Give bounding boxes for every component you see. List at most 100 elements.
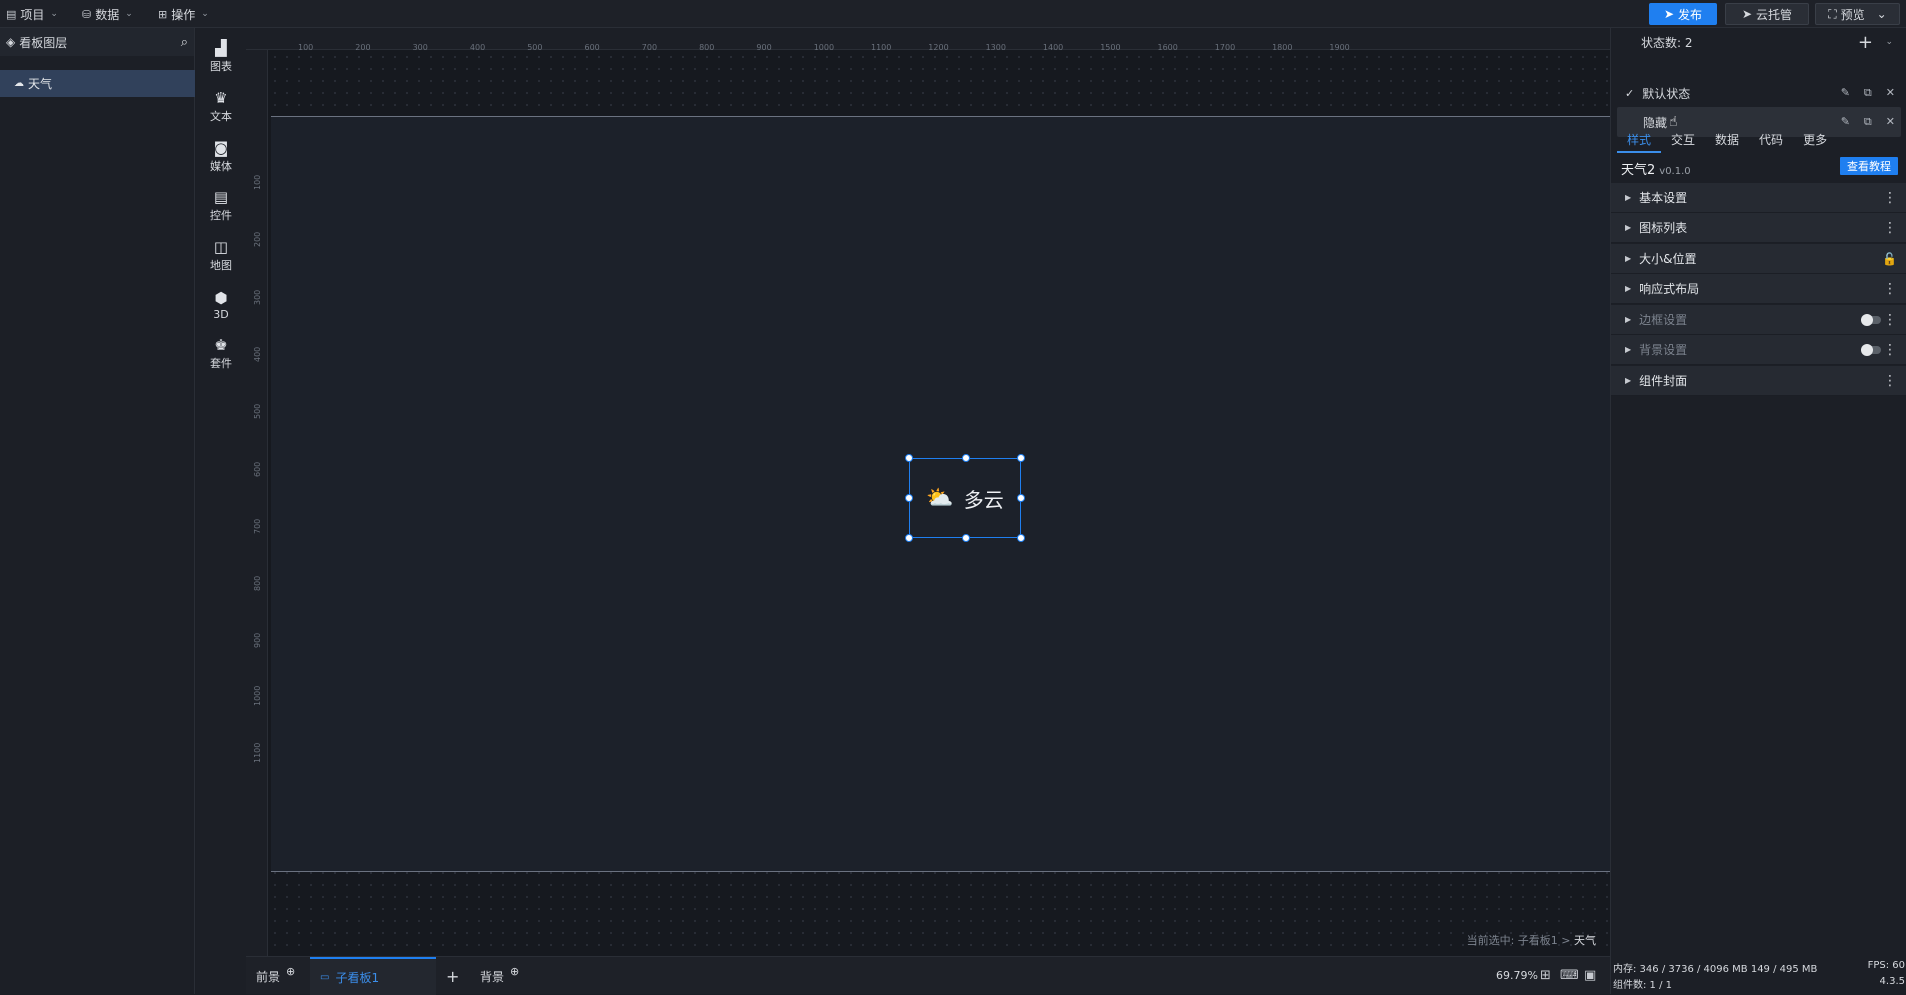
- resize-handle[interactable]: [1017, 494, 1025, 502]
- add-state-button[interactable]: +: [1858, 32, 1873, 53]
- section-basic-settings[interactable]: ▶ 基本设置 ⋮: [1611, 183, 1906, 213]
- component-map[interactable]: ◫ 地图: [196, 233, 246, 279]
- copy-icon[interactable]: ⧉: [1864, 86, 1872, 100]
- state-default[interactable]: ✓ 默认状态 ✎ ⧉ ✕: [1617, 78, 1901, 108]
- zoom-level[interactable]: 69.79%: [1496, 969, 1538, 982]
- plus-icon: +: [446, 966, 460, 986]
- caret-right-icon: ▶: [1625, 193, 1632, 202]
- caret-right-icon: ▶: [1625, 223, 1632, 232]
- fit-screen-icon[interactable]: ⊞: [1540, 968, 1551, 983]
- resize-handle[interactable]: [1017, 454, 1025, 462]
- tab-more[interactable]: 更多: [1793, 125, 1837, 153]
- menu-data[interactable]: ⛁ 数据 ⌄: [82, 0, 133, 28]
- add-circle-icon[interactable]: ⊕: [510, 965, 519, 978]
- tab-code[interactable]: 代码: [1749, 125, 1793, 153]
- publish-button[interactable]: ➤ 发布: [1649, 3, 1717, 25]
- tab-foreground[interactable]: 前景 ⊕: [256, 957, 295, 995]
- tab-interaction[interactable]: 交互: [1661, 125, 1705, 153]
- more-icon[interactable]: ⋮: [1883, 281, 1897, 297]
- lock-icon[interactable]: 🔓: [1882, 252, 1897, 266]
- resize-handle[interactable]: [1017, 534, 1025, 542]
- resize-handle[interactable]: [962, 454, 970, 462]
- tab-data[interactable]: 数据: [1705, 125, 1749, 153]
- more-icon[interactable]: ⋮: [1883, 312, 1897, 328]
- more-icon[interactable]: ⋮: [1883, 342, 1897, 358]
- chevron-down-icon[interactable]: ⌄: [1885, 37, 1893, 47]
- tab-style[interactable]: 样式: [1617, 125, 1662, 153]
- cloud-hosting-button[interactable]: ➤ 云托管: [1725, 3, 1809, 25]
- database-icon: ⛁: [82, 7, 92, 21]
- menu-project[interactable]: ▤ 项目 ⌄: [6, 0, 58, 28]
- board-icon: ▭: [320, 971, 330, 983]
- chevron-down-icon: ⌄: [1876, 7, 1887, 21]
- caret-right-icon: ▶: [1625, 254, 1632, 263]
- ruler-top: 100 200 300 400 500 600 700 800 900 1000 1100 1200 1…: [246, 28, 1610, 52]
- ruler-tick-label: 1100: [253, 742, 262, 763]
- file-icon: ▤: [6, 7, 17, 21]
- search-icon[interactable]: ⌕: [181, 35, 188, 50]
- preview-button[interactable]: ⛶ 预览 ⌄: [1815, 3, 1900, 25]
- add-circle-icon[interactable]: ⊕: [286, 965, 295, 978]
- component-3d[interactable]: ⬢ 3D: [196, 282, 246, 328]
- section-border-settings[interactable]: ▶ 边框设置 ⋮: [1611, 305, 1906, 335]
- component-title: 天气2 v0.1.0: [1621, 163, 1691, 178]
- partly-cloudy-icon: ⛅: [926, 485, 954, 511]
- resize-handle[interactable]: [962, 534, 970, 542]
- add-board-button[interactable]: +: [446, 957, 459, 995]
- chevron-down-icon: ⌄: [125, 9, 133, 19]
- top-bar: ▤ 项目 ⌄ ⛁ 数据 ⌄ ⊞ 操作 ⌄ ➤ 发布 ➤ 云托管 ⛶ 预览 ⌄: [0, 0, 1906, 28]
- terminal-icon[interactable]: ▣: [1584, 968, 1596, 983]
- component-toolbar: ▟ 图表 ♛ 文本 ◙ 媒体 ▤ 控件 ◫ 地图 ⬢ 3D ♚ 套件: [196, 28, 246, 994]
- background-toggle[interactable]: [1861, 344, 1881, 356]
- layer-item-weather[interactable]: ☁ 天气: [0, 70, 195, 97]
- current-selection: 当前选中: 子看板1 > 天气: [1466, 934, 1596, 947]
- section-responsive-layout[interactable]: ▶ 响应式布局 ⋮: [1611, 274, 1906, 304]
- ruler-tick-label: 1000: [253, 685, 262, 706]
- properties-panel: 状态数: 2 + ⌄ ✓ 默认状态 ✎ ⧉ ✕ 隐藏 ☝ ✎ ⧉ ✕ 样式 交互…: [1610, 28, 1906, 994]
- more-icon[interactable]: ⋮: [1883, 220, 1897, 236]
- resize-handle[interactable]: [905, 534, 913, 542]
- resize-handle[interactable]: [905, 454, 913, 462]
- chevron-down-icon: ⌄: [201, 9, 209, 19]
- section-size-position[interactable]: ▶ 大小&位置 🔓: [1611, 244, 1906, 274]
- component-text[interactable]: ♛ 文本: [196, 84, 246, 130]
- more-icon[interactable]: ⋮: [1883, 190, 1897, 206]
- component-media[interactable]: ◙ 媒体: [196, 134, 246, 180]
- component-control[interactable]: ▤ 控件: [196, 183, 246, 229]
- caret-right-icon: ▶: [1625, 376, 1632, 385]
- menu-operation[interactable]: ⊞ 操作 ⌄: [158, 0, 209, 28]
- kit-icon: ♚: [214, 336, 228, 354]
- canvas[interactable]: 100 200 300 400 500 600 700 800 900 1000 1100 1200 1…: [246, 28, 1610, 956]
- grid-icon: ⊞: [158, 7, 168, 21]
- section-component-cover[interactable]: ▶ 组件封面 ⋮: [1611, 366, 1906, 396]
- section-background-settings[interactable]: ▶ 背景设置 ⋮: [1611, 335, 1906, 365]
- ruler-tick-label: 200: [253, 232, 262, 248]
- keyboard-icon[interactable]: ⌨: [1560, 968, 1579, 983]
- send-icon: ➤: [1663, 7, 1675, 21]
- ruler-tick-label: 500: [253, 403, 262, 420]
- layers-header: ◈ 看板图层 ⌕: [0, 28, 194, 56]
- caret-right-icon: ▶: [1625, 345, 1632, 354]
- weather-text: 多云: [963, 487, 1004, 512]
- layers-icon: ◈: [6, 35, 16, 49]
- component-chart[interactable]: ▟ 图表: [196, 34, 246, 80]
- tutorial-button[interactable]: 查看教程: [1840, 157, 1898, 175]
- tab-background[interactable]: 背景 ⊕: [480, 957, 519, 995]
- check-icon: ✓: [1625, 86, 1635, 100]
- ruler-tick-label: 800: [253, 575, 262, 592]
- sub-board[interactable]: ⛅ 多云: [271, 116, 1610, 872]
- status-info: 内存: 346 / 3736 / 4096 MB 149 / 495 MB FP…: [1613, 960, 1905, 991]
- ruler-tick-label: 600: [253, 461, 262, 477]
- edit-icon[interactable]: ✎: [1841, 86, 1850, 100]
- more-icon[interactable]: ⋮: [1883, 373, 1897, 389]
- section-icon-list[interactable]: ▶ 图标列表 ⋮: [1611, 213, 1906, 243]
- close-icon[interactable]: ✕: [1886, 86, 1895, 100]
- ruler-tick-label: 100: [253, 174, 262, 190]
- border-toggle[interactable]: [1861, 314, 1881, 326]
- tab-sub-board[interactable]: ▭ 子看板1: [310, 957, 436, 995]
- weather-widget[interactable]: ⛅ 多云: [905, 454, 1025, 542]
- cloud-icon: ☁: [14, 78, 24, 89]
- component-kit[interactable]: ♚ 套件: [196, 331, 246, 377]
- resize-handle[interactable]: [905, 494, 913, 502]
- chevron-down-icon: ⌄: [50, 9, 58, 19]
